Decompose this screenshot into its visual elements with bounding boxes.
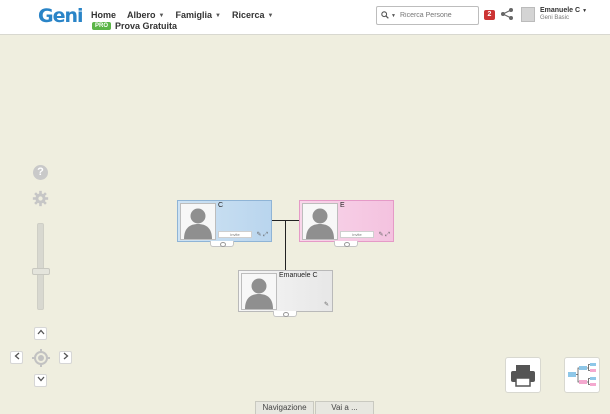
user-menu[interactable]: Emanuele C ▼	[540, 7, 587, 14]
nav-ricerca-label: Ricerca	[231, 10, 265, 20]
center-target-icon[interactable]	[32, 349, 50, 367]
profile-photo[interactable]	[241, 273, 277, 310]
main-nav: Home Albero ▼ Famiglia ▼ Ricerca ▼	[91, 10, 273, 20]
person-card-father[interactable]: C invite ✎ ⤢	[177, 200, 272, 247]
edit-icon[interactable]: ✎	[256, 232, 261, 238]
nav-famiglia[interactable]: Famiglia ▼	[175, 10, 220, 20]
tree-view-button[interactable]	[564, 357, 600, 393]
user-plan: Geni Basic	[540, 15, 570, 21]
person-name: E	[340, 202, 345, 209]
card-tools: ✎	[324, 301, 329, 308]
pan-right-button[interactable]	[59, 351, 72, 364]
pan-down-button[interactable]	[34, 374, 47, 387]
profile-photo[interactable]	[302, 203, 338, 240]
search-icon[interactable]	[381, 10, 389, 21]
chevron-right-icon	[63, 352, 68, 360]
chevron-down-icon: ▼	[267, 13, 274, 19]
print-icon	[511, 365, 535, 387]
search-box: ▼	[376, 6, 479, 25]
edit-icon[interactable]: ✎	[324, 302, 329, 308]
person-name: C	[218, 202, 224, 209]
person-name: Emanuele C	[279, 272, 318, 279]
pan-left-button[interactable]	[10, 351, 23, 364]
expand-tab[interactable]	[273, 311, 297, 317]
chevron-down-icon: ▼	[582, 8, 588, 14]
chevron-down-icon: ▼	[215, 13, 221, 19]
gear-icon[interactable]	[32, 190, 49, 207]
notification-badge[interactable]: 2	[484, 10, 495, 20]
expand-tab[interactable]	[334, 241, 358, 247]
chevron-up-icon	[37, 329, 44, 335]
pan-up-button[interactable]	[34, 327, 47, 340]
nav-famiglia-label: Famiglia	[175, 10, 212, 20]
top-header: Geni Home Albero ▼ Famiglia ▼ Ricerca ▼ PRO…	[0, 0, 610, 35]
nav-albero-label: Albero	[127, 10, 156, 20]
invite-button[interactable]: invite	[218, 231, 252, 238]
nav-ricerca[interactable]: Ricerca ▼	[232, 10, 273, 20]
search-input[interactable]	[399, 12, 478, 19]
help-icon[interactable]: ?	[33, 165, 48, 180]
expand-icon[interactable]: ⤢	[385, 232, 390, 238]
card-tools: ✎ ⤢	[256, 231, 268, 239]
pro-badge: PRO	[92, 22, 112, 30]
edit-icon[interactable]: ✎	[378, 232, 383, 238]
zoom-slider-track[interactable]	[37, 223, 44, 310]
tab-vai-a[interactable]: Vai a ...	[315, 401, 374, 414]
expand-tab[interactable]	[210, 241, 234, 247]
expand-icon[interactable]: ⤢	[263, 232, 268, 238]
pro-trial-label: Prova Gratuita	[115, 21, 178, 31]
person-card-self[interactable]: Emanuele C ✎	[238, 270, 333, 317]
tree-view-icon	[568, 363, 596, 386]
zoom-slider-handle[interactable]	[32, 268, 50, 275]
share-icon[interactable]	[500, 7, 514, 21]
chevron-down-icon	[37, 376, 44, 382]
print-button[interactable]	[505, 357, 541, 393]
card-tools: ✎ ⤢	[378, 231, 390, 239]
chevron-down-icon[interactable]: ▼	[391, 13, 396, 19]
tab-navigazione[interactable]: Navigazione	[255, 401, 314, 414]
chevron-left-icon	[14, 352, 19, 360]
child-connector	[285, 220, 286, 270]
chevron-down-icon: ▼	[158, 13, 165, 19]
invite-button[interactable]: invite	[340, 231, 374, 238]
pro-trial-link[interactable]: PRO Prova Gratuita	[92, 21, 177, 31]
profile-photo[interactable]	[180, 203, 216, 240]
geni-logo[interactable]: Geni	[38, 5, 84, 27]
user-name-label: Emanuele C	[540, 7, 581, 14]
person-card-mother[interactable]: E invite ✎ ⤢	[299, 200, 394, 247]
nav-albero[interactable]: Albero ▼	[127, 10, 164, 20]
nav-home[interactable]: Home	[91, 10, 116, 20]
avatar[interactable]	[521, 7, 535, 22]
